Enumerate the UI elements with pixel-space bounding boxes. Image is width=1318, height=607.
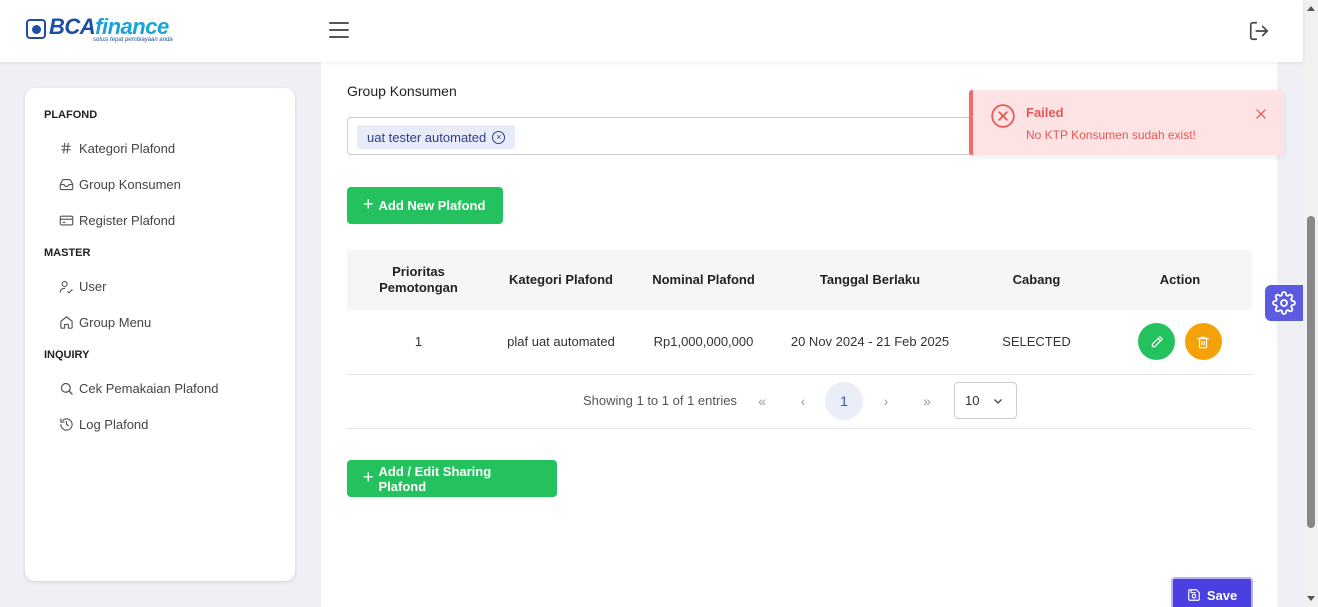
cell-kategori: plaf uat automated bbox=[507, 334, 615, 350]
chevron-down-icon bbox=[994, 399, 1002, 404]
scrollbar-thumb[interactable] bbox=[1307, 216, 1315, 528]
card-icon bbox=[58, 212, 74, 228]
chip-label: uat tester automated bbox=[367, 129, 487, 145]
bca-finance-logo[interactable]: BCAfinance solusi tepat pembiayaan anda bbox=[26, 16, 173, 43]
logout-icon[interactable] bbox=[1248, 20, 1270, 42]
next-page-button[interactable]: › bbox=[867, 382, 905, 420]
chip-remove-icon[interactable]: × bbox=[492, 130, 506, 144]
sidebar-item-label: Log Plafond bbox=[79, 416, 149, 432]
prev-page-button[interactable]: ‹ bbox=[784, 382, 822, 420]
sidebar: PLAFOND Kategori Plafond Group Konsumen … bbox=[25, 88, 295, 581]
user-icon bbox=[58, 278, 74, 294]
close-icon[interactable] bbox=[1254, 107, 1268, 121]
cell-nominal: Rp1,000,000,000 bbox=[653, 334, 754, 350]
column-header: Cabang bbox=[1012, 272, 1061, 287]
scroll-up-arrow-icon[interactable] bbox=[1307, 6, 1315, 11]
sidebar-item-label: Group Menu bbox=[79, 314, 152, 330]
column-header: Tanggal Berlaku bbox=[819, 272, 921, 287]
delete-button[interactable] bbox=[1184, 323, 1222, 361]
floppy-disk-icon bbox=[1187, 589, 1200, 601]
last-page-button[interactable]: » bbox=[908, 382, 946, 420]
save-button[interactable]: Save bbox=[1171, 577, 1253, 607]
plus-icon: + bbox=[363, 194, 374, 214]
logo-tagline: solusi tepat pembiayaan anda bbox=[93, 37, 173, 43]
column-header: Prioritas Pemotongan bbox=[379, 264, 458, 295]
sidebar-section-master: MASTER bbox=[44, 247, 91, 259]
table-header-row: Prioritas Pemotongan Kategori Plafond No… bbox=[347, 250, 1252, 310]
sidebar-item-register-plafond[interactable]: Register Plafond bbox=[25, 202, 295, 238]
pencil-icon bbox=[1151, 335, 1163, 347]
home-icon bbox=[58, 314, 74, 330]
column-header: Action bbox=[1159, 272, 1201, 287]
add-edit-sharing-plafond-button[interactable]: + Add / Edit Sharing Plafond bbox=[347, 460, 557, 497]
pagination: Showing 1 to 1 of 1 entries « ‹ 1 › » 10 bbox=[347, 374, 1252, 429]
cell-action bbox=[1108, 310, 1252, 374]
add-new-plafond-button[interactable]: + Add New Plafond bbox=[347, 187, 503, 224]
search-icon bbox=[58, 380, 74, 396]
sidebar-section-inquiry: INQUIRY bbox=[44, 349, 90, 361]
trash-icon bbox=[1197, 336, 1210, 349]
gear-icon bbox=[1272, 291, 1296, 315]
sidebar-item-kategori-plafond[interactable]: Kategori Plafond bbox=[25, 130, 295, 166]
sidebar-item-user[interactable]: User bbox=[25, 268, 295, 304]
page-1-button[interactable]: 1 bbox=[825, 382, 863, 420]
sidebar-item-group-konsumen[interactable]: Group Konsumen bbox=[25, 166, 295, 202]
cell-cabang: SELECTED bbox=[1002, 334, 1071, 350]
scroll-down-arrow-icon[interactable] bbox=[1307, 596, 1315, 601]
cell-tanggal: 20 Nov 2024 - 21 Feb 2025 bbox=[790, 334, 950, 350]
edit-button[interactable] bbox=[1138, 323, 1176, 361]
column-header: Nominal Plafond bbox=[652, 272, 755, 287]
history-icon bbox=[58, 416, 74, 432]
hash-icon bbox=[58, 140, 74, 156]
error-circle-x-icon bbox=[991, 104, 1015, 128]
group-konsumen-label: Group Konsumen bbox=[347, 83, 457, 99]
inbox-icon bbox=[58, 176, 74, 192]
column-header: Kategori Plafond bbox=[508, 272, 613, 287]
plafond-table: Prioritas Pemotongan Kategori Plafond No… bbox=[347, 250, 1252, 375]
settings-gear-button[interactable] bbox=[1265, 285, 1303, 321]
sidebar-item-group-menu[interactable]: Group Menu bbox=[25, 304, 295, 340]
first-page-button[interactable]: « bbox=[743, 382, 781, 420]
sidebar-item-label: Register Plafond bbox=[79, 212, 176, 228]
sidebar-section-plafond: PLAFOND bbox=[44, 109, 98, 121]
table-row: 1 plaf uat automated Rp1,000,000,000 20 … bbox=[347, 310, 1252, 374]
pagination-info: Showing 1 to 1 of 1 entries bbox=[583, 393, 737, 408]
error-toast: Failed No KTP Konsumen sudah exist! bbox=[969, 90, 1284, 155]
sidebar-item-cek-pemakaian-plafond[interactable]: Cek Pemakaian Plafond bbox=[25, 370, 295, 406]
page-scrollbar[interactable] bbox=[1303, 0, 1318, 607]
sidebar-item-label: Cek Pemakaian Plafond bbox=[79, 380, 219, 396]
per-page-select[interactable]: 10 bbox=[954, 382, 1017, 419]
plus-icon: + bbox=[363, 467, 374, 487]
toast-title: Failed bbox=[1026, 105, 1064, 120]
sidebar-item-log-plafond[interactable]: Log Plafond bbox=[25, 406, 295, 442]
toast-message: No KTP Konsumen sudah exist! bbox=[1026, 128, 1196, 142]
sidebar-item-label: User bbox=[79, 278, 107, 294]
sidebar-item-label: Group Konsumen bbox=[79, 176, 181, 192]
hamburger-icon[interactable] bbox=[329, 22, 349, 38]
sidebar-item-label: Kategori Plafond bbox=[79, 140, 176, 156]
top-header: BCAfinance solusi tepat pembiayaan anda bbox=[0, 0, 1303, 62]
selected-chip: uat tester automated × bbox=[357, 125, 516, 149]
cell-prioritas: 1 bbox=[414, 334, 423, 350]
bca-seal-icon bbox=[26, 19, 46, 39]
